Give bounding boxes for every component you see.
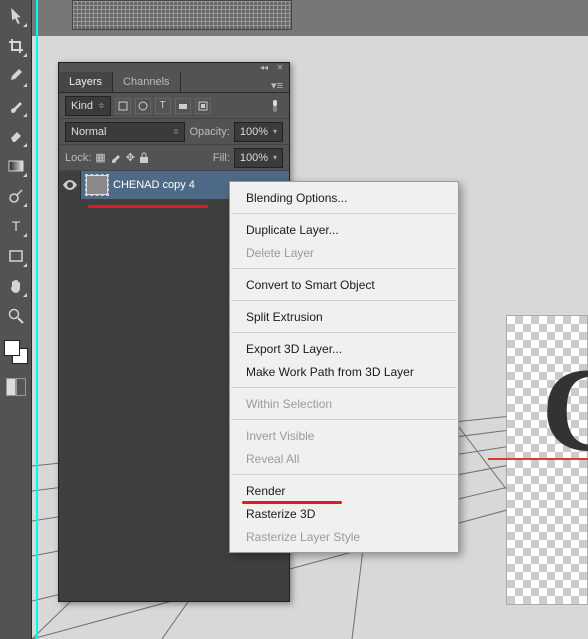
svg-text:T: T (11, 219, 20, 233)
tab-channels[interactable]: Channels (113, 72, 180, 92)
panel-tabs: Layers Channels ▾≡ (59, 71, 289, 93)
layer-thumbnail[interactable] (86, 175, 108, 195)
context-menu-separator (231, 332, 457, 333)
crop-tool[interactable] (4, 34, 28, 58)
color-swatches[interactable] (4, 340, 28, 364)
guide-vertical[interactable] (36, 0, 38, 639)
canvas-3d-text: C (541, 350, 588, 470)
panel-dragbar[interactable]: ◂◂ ✕ (59, 63, 289, 71)
brush-tool[interactable] (4, 94, 28, 118)
zoom-tool[interactable] (4, 304, 28, 328)
context-menu-separator (231, 419, 457, 420)
hand-tool[interactable] (4, 274, 28, 298)
fill-value: 100% (240, 152, 268, 164)
context-menu-item[interactable]: Convert to Smart Object (230, 273, 458, 296)
fill-input[interactable]: 100%▾ (234, 148, 283, 168)
context-menu-item[interactable]: Rasterize 3D (230, 502, 458, 525)
opacity-value: 100% (240, 126, 268, 138)
tab-layers[interactable]: Layers (59, 72, 113, 92)
filter-kind-label: Kind (71, 100, 93, 112)
type-tool[interactable]: T (4, 214, 28, 238)
visibility-toggle-icon[interactable] (59, 171, 81, 199)
lock-pixels-icon[interactable] (110, 152, 122, 164)
layer-name-label[interactable]: CHENAD copy 4 (113, 179, 195, 191)
context-menu-separator (231, 213, 457, 214)
filter-row: Kind≑ T (59, 93, 289, 119)
panel-menu-icon[interactable]: ▾≡ (265, 79, 289, 92)
options-bar-area (32, 0, 588, 36)
adjustment-filter-icon[interactable] (135, 98, 151, 114)
gradient-tool[interactable] (4, 154, 28, 178)
quick-mask-toggle[interactable] (6, 378, 26, 396)
tools-panel: T (0, 0, 32, 639)
eyedropper-tool[interactable] (4, 64, 28, 88)
filter-toggle-icon[interactable] (267, 98, 283, 114)
annotation-underline-layer (88, 205, 208, 208)
collapse-icon[interactable]: ◂◂ (259, 64, 269, 70)
context-menu-separator (231, 268, 457, 269)
context-menu-item[interactable]: Blending Options... (230, 186, 458, 209)
lock-position-icon[interactable]: ✥ (126, 151, 135, 164)
filter-kind-select[interactable]: Kind≑ (65, 96, 111, 116)
lock-row: Lock: ▦ ✥ Fill: 100%▾ (59, 145, 289, 171)
canvas-red-baseline (488, 458, 588, 460)
dodge-tool[interactable] (4, 184, 28, 208)
foreground-color-swatch[interactable] (4, 340, 20, 356)
pixel-filter-icon[interactable] (115, 98, 131, 114)
context-menu-item: Invert Visible (230, 424, 458, 447)
context-menu-separator (231, 474, 457, 475)
annotation-underline-render (242, 501, 342, 504)
fill-label: Fill: (213, 152, 230, 164)
layer-context-menu: Blending Options... Duplicate Layer...Del… (229, 181, 459, 553)
rectangle-tool[interactable] (4, 244, 28, 268)
lock-transparency-icon[interactable]: ▦ (95, 151, 105, 164)
context-menu-item: Reveal All (230, 447, 458, 470)
context-menu-item[interactable]: Export 3D Layer... (230, 337, 458, 360)
lock-label: Lock: (65, 152, 91, 164)
smart-filter-icon[interactable] (195, 98, 211, 114)
context-menu-item: Rasterize Layer Style (230, 525, 458, 548)
shape-filter-icon[interactable] (175, 98, 191, 114)
context-menu-item[interactable]: Duplicate Layer... (230, 218, 458, 241)
blend-mode-select[interactable]: Normal≑ (65, 122, 185, 142)
context-menu-item: Delete Layer (230, 241, 458, 264)
close-icon[interactable]: ✕ (275, 64, 285, 70)
eraser-tool[interactable] (4, 124, 28, 148)
opacity-label: Opacity: (189, 126, 229, 138)
context-menu-item[interactable]: Split Extrusion (230, 305, 458, 328)
blend-row: Normal≑ Opacity: 100%▾ (59, 119, 289, 145)
type-filter-icon[interactable]: T (155, 98, 171, 114)
context-menu-separator (231, 300, 457, 301)
context-menu-separator (231, 387, 457, 388)
context-menu-item[interactable]: Make Work Path from 3D Layer (230, 360, 458, 383)
move-tool[interactable] (4, 4, 28, 28)
lock-all-icon[interactable] (139, 152, 149, 164)
context-menu-item[interactable]: Render (230, 479, 458, 502)
ruler-grid (72, 0, 292, 30)
blend-mode-value: Normal (71, 126, 106, 138)
context-menu-item: Within Selection (230, 392, 458, 415)
opacity-input[interactable]: 100%▾ (234, 122, 283, 142)
